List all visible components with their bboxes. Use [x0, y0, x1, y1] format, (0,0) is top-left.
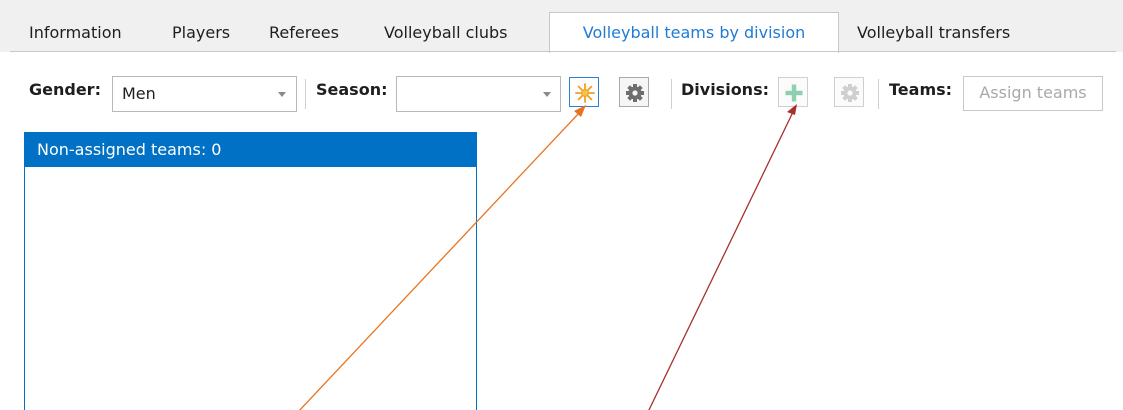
teams-label: Teams:	[889, 80, 953, 99]
tab-volleyball-teams-by-division[interactable]: Volleyball teams by division	[549, 12, 839, 53]
assign-teams-button[interactable]: Assign teams	[963, 76, 1103, 111]
divisions-label: Divisions:	[681, 80, 769, 99]
tab-players[interactable]: Players	[172, 18, 230, 51]
tab-information[interactable]: Information	[29, 18, 122, 51]
gender-dropdown[interactable]: Men	[112, 76, 297, 112]
chevron-down-icon	[278, 92, 286, 97]
gear-icon	[841, 84, 859, 102]
season-dropdown[interactable]	[396, 76, 561, 112]
non-assigned-teams-header: Non-assigned teams: 0	[25, 133, 476, 167]
tab-referees[interactable]: Referees	[269, 18, 339, 51]
gender-value: Men	[122, 84, 156, 103]
toolbar-separator	[878, 79, 879, 109]
gender-label: Gender:	[29, 80, 101, 99]
toolbar-separator	[305, 79, 306, 109]
add-division-button[interactable]	[778, 77, 808, 107]
chevron-down-icon	[543, 92, 551, 97]
non-assigned-teams-list[interactable]: Non-assigned teams: 0	[24, 132, 477, 410]
tab-volleyball-clubs[interactable]: Volleyball clubs	[384, 18, 508, 51]
plus-icon	[785, 84, 803, 102]
toolbar-separator	[671, 79, 672, 109]
tab-strip: Information Players Referees Volleyball …	[0, 0, 1123, 53]
red-arrow	[648, 104, 797, 410]
new-season-button[interactable]	[569, 77, 599, 107]
gear-icon	[626, 84, 644, 102]
season-settings-button[interactable]	[619, 77, 649, 107]
sparkle-icon	[575, 83, 595, 103]
division-settings-button[interactable]	[834, 77, 864, 107]
season-label: Season:	[316, 80, 388, 99]
toolbar: Gender: Men Season: Divisions: Teams: As…	[0, 52, 1123, 140]
tab-volleyball-transfers[interactable]: Volleyball transfers	[857, 18, 1010, 51]
